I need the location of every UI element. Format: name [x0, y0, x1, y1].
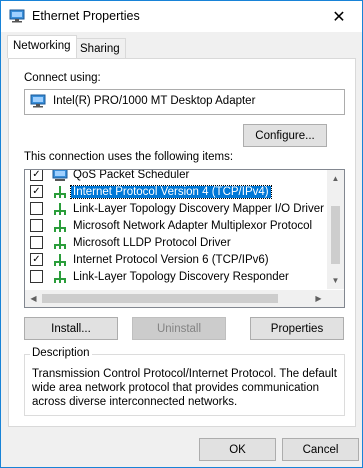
adapter-name: Intel(R) PRO/1000 MT Desktop Adapter [53, 95, 256, 107]
scroll-down-icon[interactable]: ▼ [327, 272, 344, 289]
uninstall-button-label: Uninstall [156, 322, 202, 335]
install-button[interactable]: Install... [24, 317, 118, 340]
item-label: Microsoft Network Adapter Multiplexor Pr… [73, 219, 313, 232]
properties-button-label: Properties [270, 322, 324, 335]
tab-networking-label: Networking [13, 40, 71, 52]
adapter-field: Intel(R) PRO/1000 MT Desktop Adapter [24, 89, 345, 115]
network-adapter-icon [30, 94, 46, 108]
vertical-scroll-thumb[interactable] [331, 206, 340, 264]
protocol-icon [54, 270, 66, 283]
protocol-icon [54, 185, 66, 198]
list-item[interactable]: Link-Layer Topology Discovery Mapper I/O… [25, 200, 327, 217]
items-list[interactable]: ✓ QoS Packet Scheduler ✓ Internet Protocol … [24, 169, 345, 308]
configure-button-label: Configure... [255, 129, 315, 142]
items-list-rows: ✓ QoS Packet Scheduler ✓ Internet Protocol … [25, 170, 327, 289]
item-checkbox[interactable] [30, 219, 43, 232]
tab-bar: Sharing Networking [1, 32, 362, 60]
properties-dialog: Ethernet Properties ✕ Sharing Networking… [0, 0, 363, 468]
tab-networking[interactable]: Networking [7, 35, 77, 58]
item-checkbox[interactable] [30, 202, 43, 215]
ok-button[interactable]: OK [199, 438, 276, 461]
list-item[interactable]: ✓ Internet Protocol Version 4 (TCP/IPv4) [25, 183, 327, 200]
item-label: Link-Layer Topology Discovery Mapper I/O… [73, 202, 324, 215]
title-bar[interactable]: Ethernet Properties ✕ [1, 1, 362, 32]
item-checkbox[interactable]: ✓ [30, 185, 43, 198]
item-checkbox[interactable]: ✓ [30, 253, 43, 266]
vertical-scrollbar[interactable]: ▲ ▼ [327, 170, 344, 289]
properties-button[interactable]: Properties [250, 317, 344, 340]
protocol-icon [54, 236, 66, 249]
scroll-left-icon[interactable]: ◀ [25, 290, 42, 307]
description-title: Description [30, 347, 92, 359]
connect-using-label: Connect using: [24, 72, 101, 84]
item-checkbox[interactable] [30, 236, 43, 249]
network-service-icon [52, 170, 68, 181]
scroll-up-icon[interactable]: ▲ [327, 170, 344, 187]
list-item[interactable]: ✓ Internet Protocol Version 6 (TCP/IPv6) [25, 251, 327, 268]
scroll-right-icon[interactable]: ▶ [310, 290, 327, 307]
install-button-label: Install... [51, 322, 91, 335]
list-item[interactable]: ✓ QoS Packet Scheduler [25, 170, 327, 183]
list-item[interactable]: Link-Layer Topology Discovery Responder [25, 268, 327, 285]
protocol-icon [54, 202, 66, 215]
networking-panel: Connect using: Intel(R) PRO/1000 MT Desk… [8, 58, 356, 427]
scroll-corner [327, 290, 344, 307]
horizontal-scroll-thumb[interactable] [42, 294, 278, 303]
description-group: Description Transmission Control Protoco… [24, 347, 345, 416]
item-checkbox[interactable]: ✓ [30, 170, 43, 181]
item-checkbox[interactable] [30, 270, 43, 283]
item-label: Link-Layer Topology Discovery Responder [73, 270, 289, 283]
close-button[interactable]: ✕ [316, 1, 362, 32]
configure-button[interactable]: Configure... [243, 124, 327, 147]
item-label: QoS Packet Scheduler [73, 170, 190, 181]
tab-sharing-label: Sharing [80, 43, 120, 55]
window-title: Ethernet Properties [32, 9, 140, 23]
tab-sharing[interactable]: Sharing [74, 38, 126, 59]
item-label: Microsoft LLDP Protocol Driver [73, 236, 231, 249]
protocol-icon [54, 219, 66, 232]
horizontal-scrollbar[interactable]: ◀ ▶ [25, 290, 327, 307]
list-item[interactable]: Microsoft LLDP Protocol Driver [25, 234, 327, 251]
items-label: This connection uses the following items… [24, 151, 234, 163]
list-item[interactable]: Microsoft Network Adapter Multiplexor Pr… [25, 217, 327, 234]
ok-button-label: OK [229, 443, 246, 456]
item-label: Internet Protocol Version 6 (TCP/IPv6) [73, 253, 269, 266]
item-label: Internet Protocol Version 4 (TCP/IPv4) [70, 184, 272, 199]
cancel-button-label: Cancel [302, 443, 339, 456]
description-text: Transmission Control Protocol/Internet P… [32, 368, 337, 408]
network-adapter-icon [9, 9, 25, 23]
uninstall-button[interactable]: Uninstall [132, 317, 226, 340]
cancel-button[interactable]: Cancel [282, 438, 359, 461]
protocol-icon [54, 253, 66, 266]
